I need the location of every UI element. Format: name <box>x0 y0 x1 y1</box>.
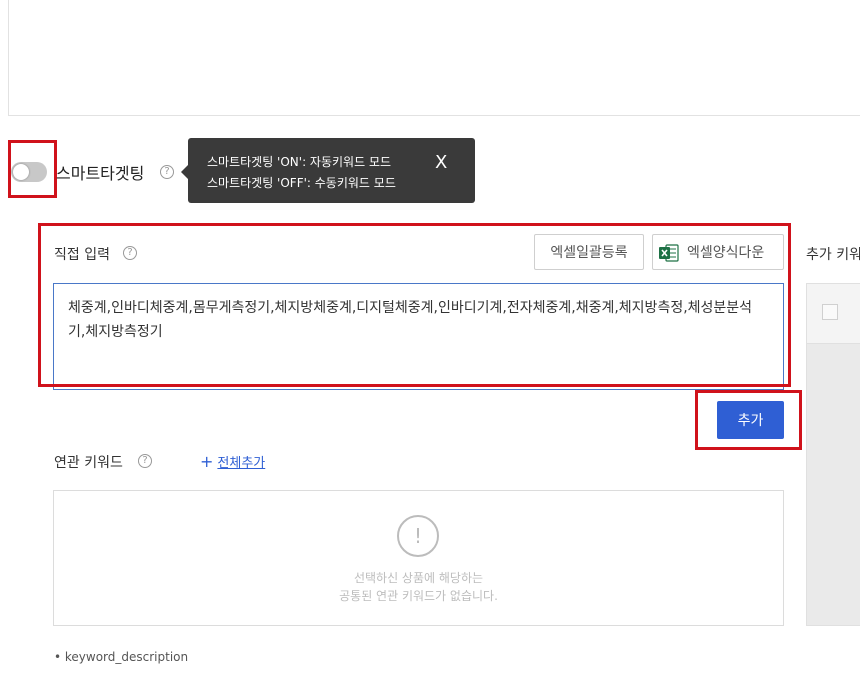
related-keywords-help-icon[interactable]: ? <box>138 454 152 468</box>
excel-form-download-label: 엑셀양식다운 <box>687 244 765 260</box>
tooltip-line-off: 스마트타겟팅 'OFF': 수동키워드 모드 <box>207 176 396 190</box>
add-all-label: 전체추가 <box>217 456 266 471</box>
top-content-box <box>8 0 860 116</box>
added-keywords-table-header <box>807 284 860 344</box>
plus-icon: + <box>200 452 214 471</box>
select-all-checkbox[interactable] <box>822 304 838 320</box>
direct-input-help-icon[interactable]: ? <box>123 246 137 260</box>
smart-targeting-toggle[interactable] <box>11 162 47 182</box>
related-keywords-box: ! 선택하신 상품에 해당하는 공통된 연관 키워드가 없습니다. <box>53 490 784 626</box>
keyword-description: • keyword_description <box>54 650 189 664</box>
add-all-link[interactable]: + 전체추가 <box>200 452 265 471</box>
toggle-knob <box>13 164 29 180</box>
exclamation-icon: ! <box>397 515 439 557</box>
smart-targeting-help-icon[interactable]: ? <box>160 165 174 179</box>
direct-input-label: 직접 입력 <box>54 247 110 263</box>
related-keywords-label: 연관 키워드 <box>54 455 123 471</box>
tooltip-close-icon[interactable]: X <box>435 152 447 173</box>
added-keywords-panel <box>806 283 860 626</box>
added-keywords-label: 추가 키워 <box>806 247 860 263</box>
excel-icon <box>659 244 679 262</box>
direct-keyword-textarea[interactable]: 체중계,인바디체중계,몸무게측정기,체지방체중계,디지털체중계,인바디기계,전자… <box>53 283 784 390</box>
smart-targeting-tooltip: 스마트타겟팅 'ON': 자동키워드 모드 스마트타겟팅 'OFF': 수동키워… <box>181 138 475 203</box>
excel-bulk-upload-button[interactable]: 엑셀일괄등록 <box>534 234 644 270</box>
smart-targeting-label: 스마트타겟팅 <box>56 164 145 183</box>
add-keyword-button[interactable]: 추가 <box>717 401 784 439</box>
tooltip-line-on: 스마트타겟팅 'ON': 자동키워드 모드 <box>207 155 392 169</box>
empty-message-line2: 공통된 연관 키워드가 없습니다. <box>339 589 498 603</box>
empty-message-line1: 선택하신 상품에 해당하는 <box>353 571 484 585</box>
excel-form-download-button[interactable]: 엑셀양식다운 <box>652 234 784 270</box>
